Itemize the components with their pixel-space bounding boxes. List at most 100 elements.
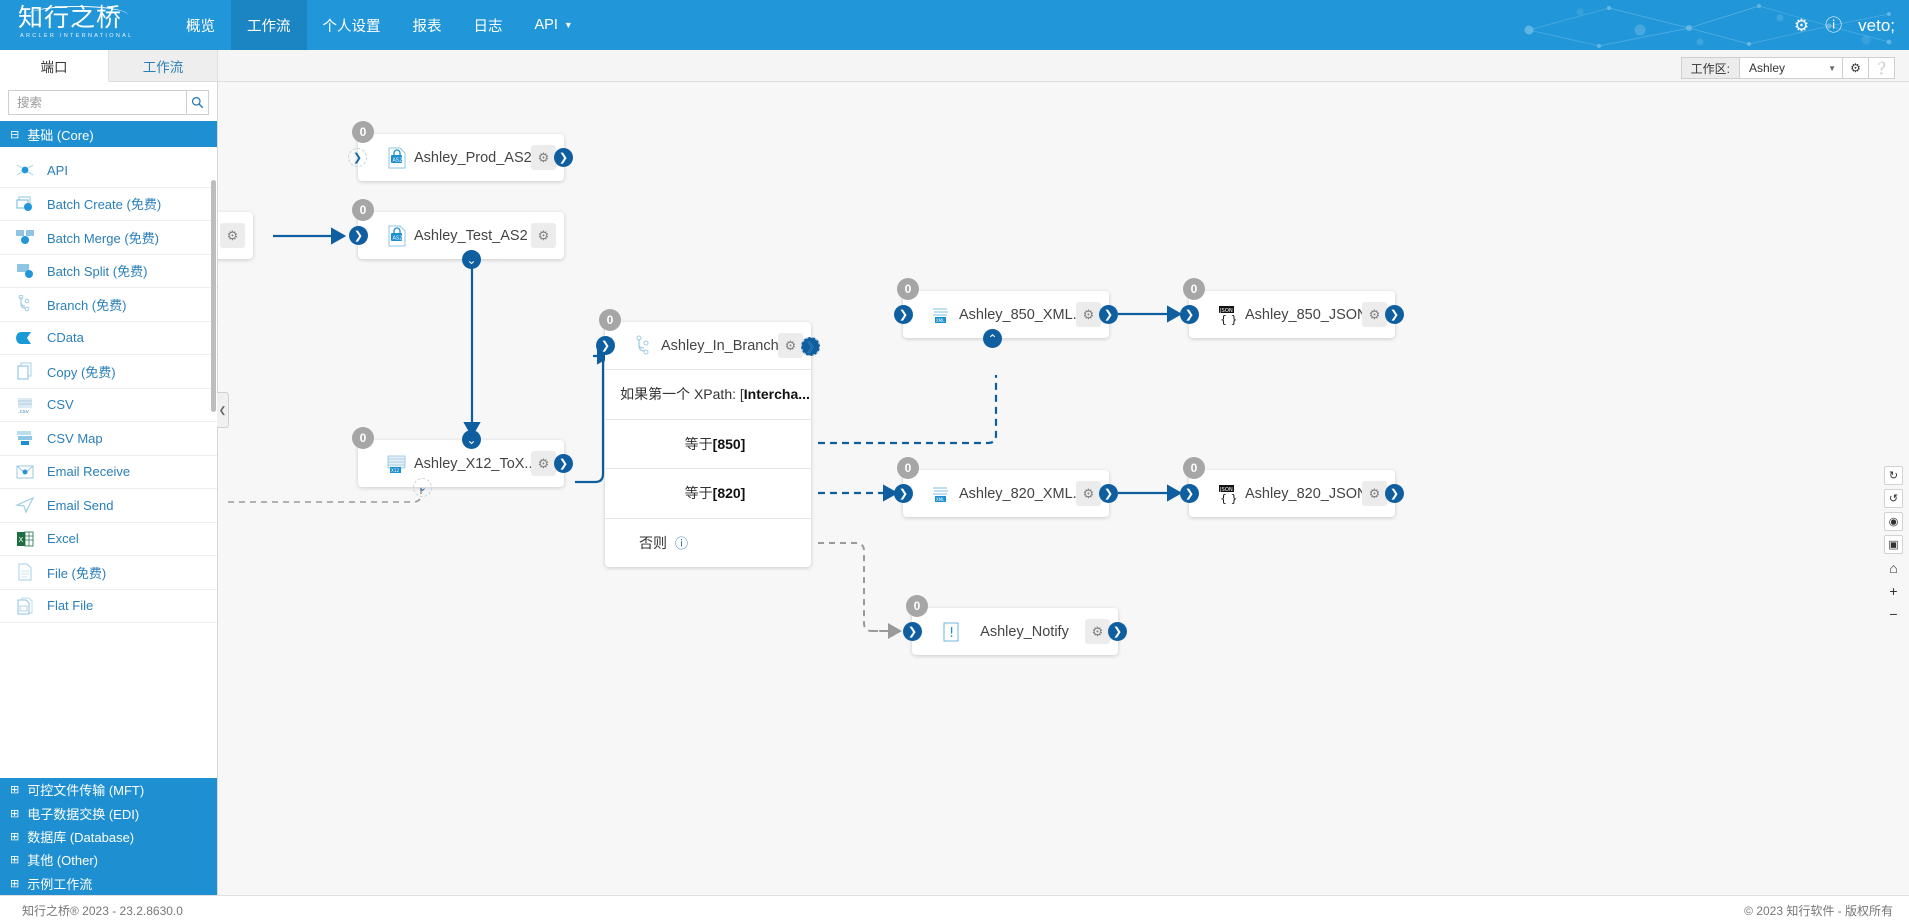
sidebar-scrollbar[interactable] [211,180,216,412]
node-input-connector[interactable]: ❯ [1180,305,1199,324]
node-settings-button[interactable]: ⚙ [1362,302,1387,327]
port-item-flat-file[interactable]: Flat File [0,590,217,624]
workflow-node-prod-as2[interactable]: 0 ❯ AS2 Ashley_Prod_AS2 ⚙ ❯ [358,134,564,181]
port-item-csv[interactable]: .csv CSV [0,389,217,423]
port-item-excel[interactable]: X Excel [0,523,217,557]
workflow-node-in-branch[interactable]: 0 ❯ Ashley_In_Branch ⚙ 如果第一个 XPath: [Int… [605,322,811,567]
port-item-branch[interactable]: Branch (免费) [0,288,217,322]
workspace-dropdown[interactable]: Ashley ▼ [1739,57,1843,79]
node-output-connector[interactable]: ❯ [1108,622,1127,641]
node-settings-button[interactable]: ⚙ [1085,619,1110,644]
zoom-out-icon[interactable]: − [1884,604,1903,623]
preview-icon[interactable]: ◉ [1884,512,1903,531]
sidebar-category-other[interactable]: ⊞ 其他 (Other) [0,848,217,871]
nav-item-profile[interactable]: 个人设置 [307,0,397,50]
tab-workflows[interactable]: 工作流 [109,50,218,82]
nav-item-workflow[interactable]: 工作流 [231,0,307,50]
zoom-in-icon[interactable]: + [1884,581,1903,600]
port-item-label: Email Receive [47,464,130,479]
nav-item-overview[interactable]: 概览 [170,0,231,50]
port-item-api[interactable]: API [0,154,217,188]
port-item-csv-map[interactable]: CSV Map [0,422,217,456]
branch-output-connector-else[interactable]: ❯ [801,337,820,356]
node-header: JSON{ } Ashley_850_JSON ⚙ [1189,291,1395,338]
node-message-count: 0 [599,309,621,331]
search-icon [191,96,204,109]
workspace-help-button[interactable]: ❔ [1869,57,1895,79]
port-item-email-send[interactable]: Email Send [0,489,217,523]
nav-item-api[interactable]: API ▼ [519,0,589,50]
expand-sign: ⊞ [10,853,19,866]
node-input-connector[interactable]: ❯ [1180,484,1199,503]
node-input-connector[interactable]: ❯ [596,336,615,355]
node-header: JSON{ } Ashley_820_JSON ⚙ [1189,470,1395,517]
node-input-connector-bottom[interactable]: ⌃ [983,329,1002,348]
node-output-connector-down[interactable]: ⌄ [462,250,481,269]
nav-item-logs[interactable]: 日志 [458,0,519,50]
port-item-cdata[interactable]: CData [0,322,217,356]
workspace-settings-button[interactable]: ⚙ [1843,57,1869,79]
sidebar-category-core[interactable]: ⊟ 基础 (Core) [0,121,217,147]
undo-icon[interactable]: ↺ [1884,489,1903,508]
workflow-node-x12-tox[interactable]: 0 ⌄ X12 Ashley_X12_ToX... ⚙ ❯ ⌄ [358,440,564,487]
search-input[interactable] [8,90,186,115]
node-input-connector[interactable]: ❯ [348,148,367,167]
sidebar-category-label: 基础 (Core) [27,125,93,144]
node-header: Ashley_In_Branch ⚙ [605,322,811,369]
node-settings-button[interactable]: ⚙ [1076,302,1101,327]
port-item-copy[interactable]: Copy (免费) [0,355,217,389]
port-item-file[interactable]: File (免费) [0,556,217,590]
fit-icon[interactable]: ▣ [1884,535,1903,554]
workflow-node-test-as2[interactable]: 0 ❯ AS2 Ashley_Test_AS2 ⚙ ⌄ [358,212,564,259]
node-output-connector[interactable]: ❯ [1385,305,1404,324]
node-settings-button[interactable]: ⚙ [1362,481,1387,506]
port-item-email-receive[interactable]: Email Receive [0,456,217,490]
tab-ports[interactable]: 端口 [0,50,109,82]
node-settings-button[interactable]: ⚙ [531,145,556,170]
workflow-node-820-json[interactable]: 0 ❯ JSON{ } Ashley_820_JSON ⚙ ❯ [1189,470,1395,517]
node-settings-button[interactable]: ⚙ [531,451,556,476]
node-input-connector-top[interactable]: ⌄ [462,430,481,449]
search-button[interactable] [186,90,209,115]
node-input-connector[interactable]: ❯ [903,622,922,641]
node-input-connector[interactable]: ❯ [349,226,368,245]
workflow-node-notify[interactable]: 0 ❯ ! Ashley_Notify ⚙ ❯ [912,608,1118,655]
node-output-connector-bottom[interactable]: ⌄ [413,478,432,497]
gear-icon[interactable]: ⚙ [1794,17,1809,34]
port-item-batch-split[interactable]: Batch Split (免费) [0,255,217,289]
workflow-node-850-json[interactable]: 0 ❯ JSON{ } Ashley_850_JSON ⚙ ❯ [1189,291,1395,338]
port-item-batch-merge[interactable]: Batch Merge (免费) [0,221,217,255]
node-input-connector[interactable]: ❯ [894,305,913,324]
workflow-node-850-xml[interactable]: 0 ❯ XML Ashley_850_XML... ⚙ ❯ ⌃ [903,291,1109,338]
sidebar-category-database[interactable]: ⊞ 数据库 (Database) [0,825,217,848]
node-settings-button[interactable]: ⚙ [778,333,803,358]
sidebar-category-edi[interactable]: ⊞ 电子数据交换 (EDI) [0,801,217,824]
workflow-node-partial[interactable]: .. ⚙ [218,212,253,259]
sidebar-category-mft[interactable]: ⊞ 可控文件传输 (MFT) [0,778,217,801]
node-settings-button[interactable]: ⚙ [531,223,556,248]
info-icon[interactable]: ⓘ [675,533,688,552]
nav-label: 工作流 [247,15,291,36]
workflow-canvas[interactable]: .. ⚙ 0 ❯ AS2 Ashley_Prod_AS2 ⚙ ❯ 0 ❯ AS2… [218,82,1909,895]
nav-item-reports[interactable]: 报表 [397,0,458,50]
node-output-connector[interactable]: ❯ [554,454,573,473]
node-output-connector[interactable]: ❯ [1099,305,1118,324]
node-output-connector[interactable]: ❯ [1385,484,1404,503]
node-title: Ashley_850_JSON [1241,307,1362,323]
node-settings-button[interactable]: ⚙ [1076,481,1101,506]
app-logo[interactable]: 知行之桥 ARCLER INTERNATIONAL [18,6,138,44]
node-output-connector[interactable]: ❯ [554,148,573,167]
expand-sign: ⊞ [10,830,19,843]
sidebar-category-examples[interactable]: ⊞ 示例工作流 [0,872,217,895]
sidebar-collapse-handle[interactable]: ❮ [217,392,229,428]
workflow-node-820-xml[interactable]: 0 ❯ XML Ashley_820_XML... ⚙ ❯ [903,470,1109,517]
help-icon[interactable]: ⓘ [1825,17,1842,34]
port-item-batch-create[interactable]: Batch Create (免费) [0,188,217,222]
node-output-connector[interactable]: ❯ [1099,484,1118,503]
node-settings-button[interactable]: ⚙ [220,223,245,248]
svg-text:XML: XML [936,318,945,323]
home-icon[interactable]: ⌂ [1884,558,1903,577]
redo-icon[interactable]: ↻ [1884,466,1903,485]
node-input-connector[interactable]: ❯ [894,484,913,503]
account-icon[interactable]: veto; [1858,17,1895,34]
